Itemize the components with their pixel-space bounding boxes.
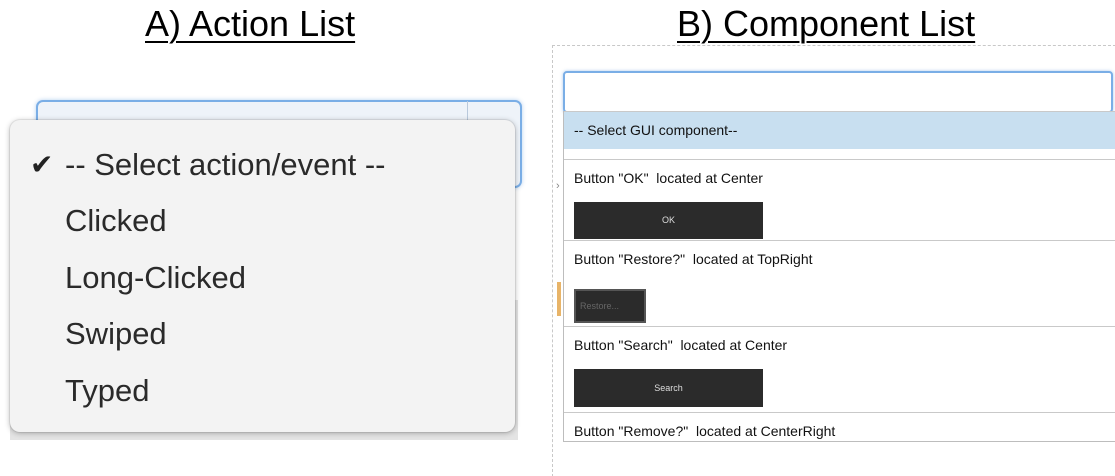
list-item-label: -- Select GUI component--: [574, 122, 738, 138]
ok-button-preview: OK: [574, 202, 763, 239]
menu-item-select-action[interactable]: -- Select action/event --: [65, 140, 385, 190]
menu-item-swiped[interactable]: Swiped: [65, 309, 167, 359]
action-dropdown-menu: ✔ -- Select action/event -- Clicked Long…: [10, 120, 515, 432]
component-dropdown-list: -- Select GUI component-- Button "OK" lo…: [563, 111, 1115, 442]
list-item-label: Button "OK" located at Center: [574, 170, 763, 186]
menu-item-typed[interactable]: Typed: [65, 366, 149, 416]
background-accent-bar: [557, 282, 561, 316]
checkmark-icon: ✔: [30, 149, 54, 180]
list-item-label: Button "Search" located at Center: [574, 337, 788, 353]
list-item[interactable]: Button "Restore?" located at TopRight Re…: [564, 240, 1115, 326]
panel-a-title: A) Action List: [145, 3, 356, 44]
list-item[interactable]: Button "OK" located at Center OK: [564, 159, 1115, 240]
list-item-label: Button "Restore?" located at TopRight: [574, 251, 813, 267]
component-search-input[interactable]: [563, 71, 1113, 113]
menu-item-long-clicked[interactable]: Long-Clicked: [65, 253, 246, 303]
panel-b-title: B) Component List: [677, 3, 976, 44]
menu-item-clicked[interactable]: Clicked: [65, 196, 167, 246]
restore-button-preview: Restore...: [574, 289, 646, 323]
figure: A) Action List B) Component List › ✔ -- …: [0, 0, 1115, 476]
list-item-placeholder[interactable]: -- Select GUI component--: [564, 111, 1115, 149]
chevron-right-icon: ›: [556, 180, 560, 192]
list-item[interactable]: Button "Remove?" located at CenterRight: [564, 412, 1115, 441]
list-item[interactable]: Button "Search" located at Center Search: [564, 326, 1115, 412]
search-button-preview: Search: [574, 369, 763, 407]
list-item-label: Button "Remove?" located at CenterRight: [574, 423, 836, 439]
